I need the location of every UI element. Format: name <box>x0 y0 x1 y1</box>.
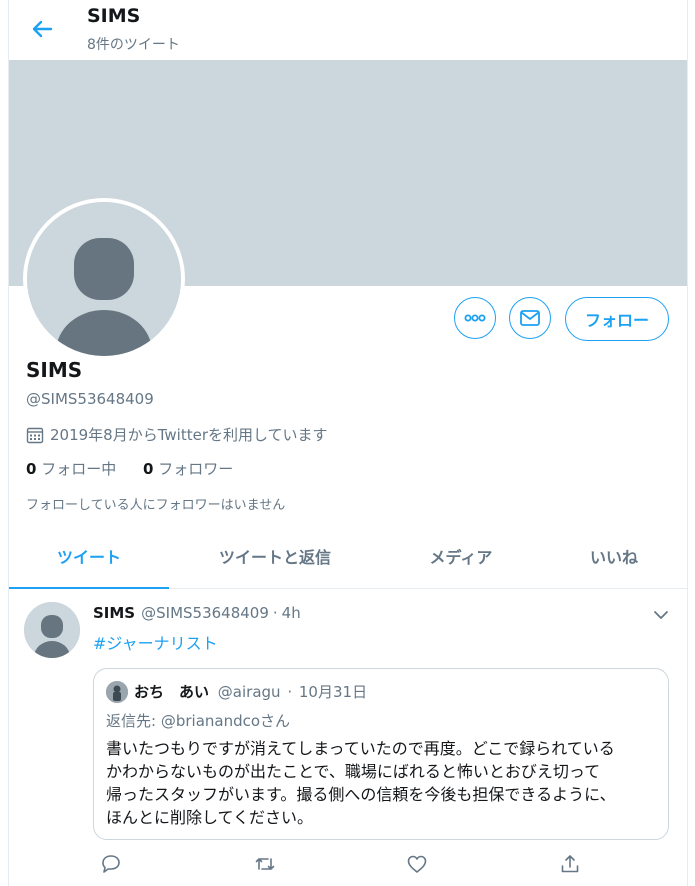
share-button[interactable] <box>558 852 582 876</box>
chevron-down-icon <box>654 611 668 619</box>
reply-button[interactable] <box>99 852 123 876</box>
retweet-button[interactable] <box>253 852 277 876</box>
tweet-header: SIMS @SIMS53648409 · 4h <box>93 604 301 622</box>
heart-icon <box>407 855 427 873</box>
quoted-tweet[interactable]: おち あい @airagu · 10月31日 返信先: @brianandcoさ… <box>93 668 669 840</box>
share-icon <box>561 855 579 873</box>
join-date: 2019年8月からTwitterを利用しています <box>26 424 328 445</box>
arrow-left-icon <box>32 20 53 38</box>
profile-avatar[interactable] <box>23 198 185 360</box>
followers-link[interactable]: 0 フォロワー <box>143 460 233 478</box>
quoted-avatar <box>106 681 128 703</box>
tweet-time[interactable]: 4h <box>282 604 301 622</box>
back-button[interactable] <box>27 14 57 44</box>
following-count: 0 <box>26 460 37 478</box>
tweet-separator: · <box>272 604 278 622</box>
tweet-hashtag[interactable]: #ジャーナリスト <box>93 630 218 654</box>
tab-tweets[interactable]: ツイート <box>9 530 169 589</box>
default-avatar-icon <box>27 202 181 356</box>
default-avatar-icon <box>24 602 80 658</box>
followers-label: フォロワー <box>158 460 234 478</box>
profile-tabs: ツイート ツイートと返信 メディア いいね <box>9 530 687 589</box>
user-photo-icon <box>106 681 128 703</box>
tweet-count: 8件のツイート <box>87 37 180 53</box>
tweet-actions <box>93 852 667 882</box>
reply-to-mention: @brianandcoさん <box>160 712 291 730</box>
tweet-menu-button[interactable] <box>649 604 673 626</box>
tweet-author-name[interactable]: SIMS <box>93 604 135 622</box>
calendar-icon <box>26 427 44 443</box>
quoted-date: 10月31日 <box>298 683 368 701</box>
follow-stats: 0 フォロー中 0 フォロワー <box>26 458 255 479</box>
more-options-button[interactable] <box>454 297 496 339</box>
reply-to: 返信先: @brianandcoさん <box>106 710 290 731</box>
quoted-body-line: 書いたつもりですが消えてしまっていたので再度。どこで録られている <box>106 739 615 758</box>
follow-button[interactable]: フォロー <box>565 297 669 341</box>
reply-icon <box>102 855 120 873</box>
tab-likes[interactable]: いいね <box>541 530 687 588</box>
reply-to-prefix: 返信先: <box>106 712 157 730</box>
join-date-text: 2019年8月からTwitterを利用しています <box>50 426 328 444</box>
quoted-header: おち あい @airagu · 10月31日 <box>134 681 367 702</box>
quoted-body-line: かわからないものが出たことで、職場にばれると怖いとおびえ切って <box>106 762 601 781</box>
top-bar: SIMS 8件のツイート <box>9 0 687 60</box>
profile-name: SIMS <box>26 358 83 382</box>
retweet-icon <box>255 858 275 870</box>
envelope-icon <box>520 310 540 326</box>
quoted-author-name: おち あい <box>134 683 210 701</box>
quoted-body-line: ほんとに削除してください。 <box>106 808 314 827</box>
following-label: フォロー中 <box>41 460 117 478</box>
followers-you-know-note: フォローしている人にフォロワーはいません <box>26 498 286 513</box>
more-dots-icon <box>464 314 486 322</box>
followers-count: 0 <box>143 460 154 478</box>
header-title: SIMS <box>87 5 141 27</box>
profile-page: SIMS 8件のツイート フォロー SIMS @SIMS53648409 201… <box>8 0 688 886</box>
following-link[interactable]: 0 フォロー中 <box>26 460 116 478</box>
tweet-avatar[interactable] <box>24 602 80 658</box>
tab-media[interactable]: メディア <box>381 530 541 588</box>
quoted-separator: · <box>287 683 293 701</box>
quoted-author-handle: @airagu <box>217 683 281 701</box>
quoted-body-line: 帰ったスタッフがいます。撮る側への信頼を今後も担保できるように、 <box>106 785 616 804</box>
quoted-body: 書いたつもりですが消えてしまっていたので再度。どこで録られている かわからないも… <box>106 737 662 829</box>
message-button[interactable] <box>509 297 551 339</box>
tab-tweets-and-replies[interactable]: ツイートと返信 <box>169 530 381 588</box>
tweet-author-handle[interactable]: @SIMS53648409 <box>141 604 269 622</box>
profile-handle: @SIMS53648409 <box>26 390 154 408</box>
like-button[interactable] <box>405 852 429 876</box>
